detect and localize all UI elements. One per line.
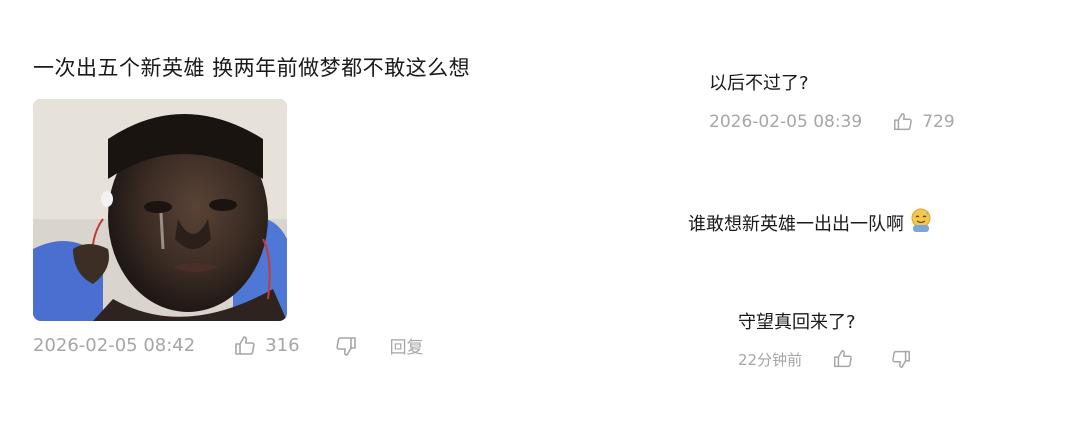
thumbs-up-icon [233,334,265,358]
post-dislike-button[interactable] [334,334,358,358]
comment-2: 谁敢想新英雄一出出一队啊 [688,207,934,238]
comment-meta-1: 2026-02-05 08:39 729 [709,111,955,133]
comment-text-3: 守望真回来了? [738,312,856,333]
comment-text-2: 谁敢想新英雄一出出一队啊 [688,213,904,235]
thumbs-up-icon [832,348,854,370]
reply-button[interactable]: 回复 [390,333,424,358]
post-meta: 2026-02-05 08:42 316 回复 [33,333,424,358]
post-image[interactable] [33,99,287,321]
comment-like-button-1[interactable]: 729 [892,111,955,133]
comment-like-button-3[interactable] [832,348,854,370]
comment-timestamp-3: 22分钟前 [738,350,803,369]
post-like-button[interactable]: 316 [233,334,300,358]
post-like-count: 316 [265,335,300,356]
sweating-smile-emoji-icon [908,207,934,238]
comment-timestamp-1: 2026-02-05 08:39 [709,112,863,132]
post-text: 一次出五个新英雄 换两年前做梦都不敢这么想 [33,56,471,80]
thumbs-down-icon [334,334,358,358]
thumbs-down-icon [890,348,912,370]
comment-like-count-1: 729 [922,112,955,132]
comment-dislike-button-3[interactable] [890,348,912,370]
post-timestamp: 2026-02-05 08:42 [33,335,196,356]
thumbs-up-icon [892,111,922,133]
comment-meta-3: 22分钟前 [738,348,912,370]
comment-text-1: 以后不过了? [709,73,809,94]
